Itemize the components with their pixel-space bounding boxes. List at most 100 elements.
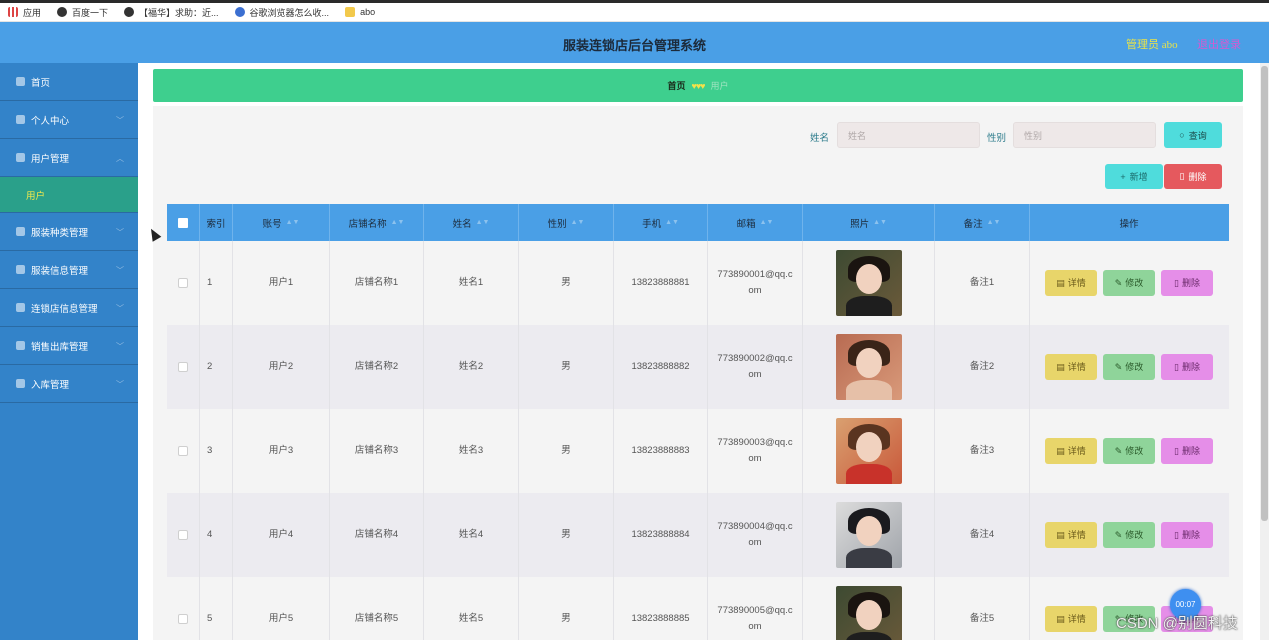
globe-icon xyxy=(57,7,68,17)
chevron-down-icon: ﹀ xyxy=(116,228,124,237)
cell-name: 姓名2 xyxy=(424,325,519,409)
cell-name: 姓名5 xyxy=(424,577,519,640)
chevron-down-icon: ﹀ xyxy=(116,342,124,351)
cell-email: 773890003@qq.com xyxy=(708,409,803,493)
sort-icon[interactable]: ▲▼ xyxy=(760,219,774,226)
detail-button[interactable]: ▤ 详情 xyxy=(1045,438,1097,464)
detail-button[interactable]: ▤ 详情 xyxy=(1045,522,1097,548)
cell-actions: ▤详情✎修改▯删除 xyxy=(1030,493,1228,577)
detail-button[interactable]: ▤ 详情 xyxy=(1045,270,1097,296)
sidebar-item-category[interactable]: 服装种类管理 ﹀ xyxy=(0,213,138,251)
cell-photo xyxy=(803,577,935,640)
col-account[interactable]: 账号 ▲▼ xyxy=(233,204,330,241)
select-all-checkbox[interactable] xyxy=(178,217,188,228)
edit-button[interactable]: ✎ 修改 xyxy=(1103,270,1155,296)
sidebar-item-home[interactable]: 首页 xyxy=(0,63,138,101)
select-all-cell xyxy=(167,204,200,241)
detail-button[interactable]: ▤ 详情 xyxy=(1045,354,1097,380)
sidebar-item-clothes[interactable]: 服装信息管理 ﹀ xyxy=(0,251,138,289)
sort-icon[interactable]: ▲▼ xyxy=(665,219,679,226)
sort-icon[interactable]: ▲▼ xyxy=(987,219,1001,226)
row-checkbox[interactable] xyxy=(178,614,188,624)
col-name[interactable]: 姓名 ▲▼ xyxy=(424,204,519,241)
col-photo[interactable]: 照片 ▲▼ xyxy=(803,204,935,241)
add-button[interactable]: + 新增 xyxy=(1105,164,1163,189)
cell-email: 773890002@qq.com xyxy=(708,325,803,409)
cell-store: 店铺名称3 xyxy=(330,409,424,493)
bookmark-chrome[interactable]: 谷歌浏览器怎么收... xyxy=(234,6,329,19)
home-icon xyxy=(16,77,25,86)
detail-button[interactable]: ▤ 详情 xyxy=(1045,606,1097,632)
bulk-delete-button[interactable]: ▯ 删除 xyxy=(1164,164,1222,189)
name-search-input[interactable]: 姓名 xyxy=(837,122,980,148)
sidebar-item-stock-in[interactable]: 入库管理 ﹀ xyxy=(0,365,138,403)
cell-index: 5 xyxy=(200,577,233,640)
delete-button[interactable]: ▯删除 xyxy=(1161,438,1213,464)
user-photo[interactable] xyxy=(835,502,902,568)
sidebar-item-user-manage[interactable]: 用户管理 ︿ xyxy=(0,139,138,177)
edit-button[interactable]: ✎ 修改 xyxy=(1103,438,1155,464)
col-gender[interactable]: 性别 ▲▼ xyxy=(519,204,614,241)
delete-button[interactable]: ▯删除 xyxy=(1161,354,1213,380)
col-email[interactable]: 邮箱 ▲▼ xyxy=(708,204,803,241)
sidebar: 首页 个人中心 ﹀ 用户管理 ︿ 用户 服装种类管理 ﹀ 服装信息管理 ﹀ 连锁店信息管… xyxy=(0,63,138,640)
edit-button[interactable]: ✎ 修改 xyxy=(1103,354,1155,380)
cell-note: 备注5 xyxy=(935,577,1030,640)
sort-icon[interactable]: ▲▼ xyxy=(476,219,490,226)
table-row: 3 用户3 店铺名称3 姓名3 男 13823888883 773890003@qq.com… xyxy=(167,409,1229,493)
cell-gender: 男 xyxy=(519,241,614,325)
sort-icon[interactable]: ▲▼ xyxy=(286,219,300,226)
cell-actions: ▤详情✎修改▯删除 xyxy=(1030,325,1228,409)
sidebar-subitem-user[interactable]: 用户 xyxy=(0,177,138,213)
photo-body xyxy=(845,464,892,484)
document-icon: ▤ xyxy=(1056,362,1065,372)
logout-link[interactable]: 退出登录 xyxy=(1197,36,1241,52)
cell-phone: 13823888884 xyxy=(614,493,708,577)
user-photo[interactable] xyxy=(835,586,902,640)
delete-button[interactable]: ▯删除 xyxy=(1161,522,1213,548)
col-store[interactable]: 店铺名称 ▲▼ xyxy=(330,204,424,241)
sort-icon[interactable]: ▲▼ xyxy=(391,219,405,226)
bookmark-label: 【福华】求助：近... xyxy=(139,7,219,18)
col-phone[interactable]: 手机 ▲▼ xyxy=(614,204,708,241)
apps-icon xyxy=(8,7,18,17)
bookmark-apps[interactable]: 应用 xyxy=(8,6,41,19)
query-button[interactable]: ○ 查询 xyxy=(1164,122,1222,148)
sidebar-item-profile[interactable]: 个人中心 ﹀ xyxy=(0,101,138,139)
trash-icon: ▯ xyxy=(1179,171,1185,181)
sidebar-item-label: 首页 xyxy=(31,77,51,89)
user-photo[interactable] xyxy=(835,334,902,400)
row-checkbox[interactable] xyxy=(178,362,188,372)
bookmark-abo[interactable]: abo xyxy=(345,7,375,17)
row-select-cell xyxy=(167,241,200,325)
gender-search-input[interactable]: 性别 xyxy=(1013,122,1156,148)
sort-icon[interactable]: ▲▼ xyxy=(571,219,585,226)
sidebar-item-label: 个人中心 xyxy=(31,115,70,127)
sidebar-item-sales[interactable]: 销售出库管理 ﹀ xyxy=(0,327,138,365)
row-checkbox[interactable] xyxy=(178,530,188,540)
col-note-label: 备注 xyxy=(963,218,983,230)
photo-face xyxy=(855,516,882,546)
user-photo[interactable] xyxy=(835,418,902,484)
table-header: 索引 账号 ▲▼ 店铺名称 ▲▼ 姓名 ▲▼ 性别 ▲▼ 手机 ▲▼ 邮箱 ▲▼ 照片 ▲▼ … xyxy=(167,204,1229,241)
col-note[interactable]: 备注 ▲▼ xyxy=(935,204,1030,241)
cell-note: 备注3 xyxy=(935,409,1030,493)
sidebar-item-label: 服装种类管理 xyxy=(31,227,89,239)
user-photo[interactable] xyxy=(835,250,902,316)
chevron-up-icon: ︿ xyxy=(116,154,124,163)
sort-icon[interactable]: ▲▼ xyxy=(873,219,887,226)
photo-face xyxy=(855,348,882,378)
bookmark-fuhua[interactable]: 【福华】求助：近... xyxy=(124,6,219,19)
edit-button[interactable]: ✎ 修改 xyxy=(1103,522,1155,548)
document-icon: ▤ xyxy=(1056,278,1065,288)
breadcrumb-home[interactable]: 首页 xyxy=(667,79,685,92)
photo-face xyxy=(855,432,882,462)
bookmark-baidu[interactable]: 百度一下 xyxy=(57,6,108,19)
edit-button-label: 修改 xyxy=(1125,362,1144,372)
cell-phone: 13823888883 xyxy=(614,409,708,493)
delete-button[interactable]: ▯删除 xyxy=(1161,270,1213,296)
row-checkbox[interactable] xyxy=(178,278,188,288)
sidebar-item-store[interactable]: 连锁店信息管理 ﹀ xyxy=(0,289,138,327)
row-checkbox[interactable] xyxy=(178,446,188,456)
scrollbar-thumb[interactable] xyxy=(1261,66,1268,521)
